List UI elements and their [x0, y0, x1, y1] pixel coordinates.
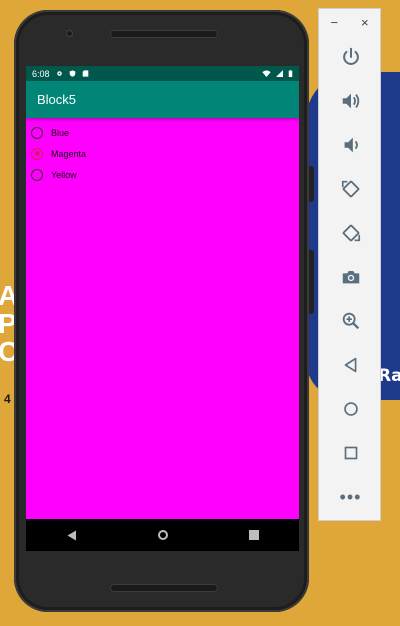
minimize-button[interactable]: − — [330, 15, 338, 30]
sd-card-icon — [82, 70, 88, 77]
nav-home-button[interactable] — [153, 525, 173, 545]
app-bar: Block5 — [26, 81, 299, 118]
status-time: 6:08 — [32, 68, 50, 79]
camera-icon — [342, 271, 359, 284]
home-circle-icon — [157, 530, 168, 540]
toolbar-window-controls: − × — [319, 9, 380, 35]
color-radio-group: Blue Magenta Yellow — [26, 118, 299, 185]
bottom-speaker — [110, 584, 218, 592]
radio-label-magenta: Magenta — [51, 148, 87, 159]
home-circle-outline-icon — [343, 402, 358, 416]
nav-overview-button[interactable] — [244, 525, 264, 545]
home-button[interactable] — [319, 387, 382, 431]
zoom-button[interactable] — [319, 299, 382, 343]
top-speaker — [110, 30, 218, 38]
power-icon — [342, 47, 359, 65]
radio-button-yellow[interactable] — [31, 168, 43, 181]
nav-back-button[interactable] — [62, 525, 82, 545]
power-side-button[interactable] — [309, 166, 314, 202]
radio-button-magenta[interactable] — [31, 147, 43, 160]
volume-down-icon — [344, 137, 358, 153]
screenshot-button[interactable] — [319, 255, 382, 299]
rotate-left-icon — [341, 180, 359, 198]
rotate-right-icon — [342, 224, 360, 242]
radio-option-yellow[interactable]: Yellow — [26, 164, 299, 185]
radio-option-magenta[interactable]: Magenta — [26, 143, 299, 164]
more-options-button[interactable]: ••• — [319, 475, 382, 519]
settings-gear-icon — [56, 71, 62, 76]
status-bar: 6:08 — [26, 66, 299, 81]
volume-side-button[interactable] — [309, 250, 314, 314]
radio-button-blue[interactable] — [31, 126, 43, 139]
radio-label-yellow: Yellow — [51, 169, 77, 180]
front-camera — [66, 30, 73, 37]
volume-up-icon — [342, 93, 359, 109]
device-screen: 6:08 Block5 Blue Magenta Yellow — [26, 66, 299, 551]
volume-up-button[interactable] — [319, 79, 382, 123]
overview-square-outline-icon — [344, 446, 357, 460]
overview-button[interactable] — [319, 431, 382, 475]
volume-down-button[interactable] — [319, 123, 382, 167]
signal-icon — [276, 70, 283, 77]
rotate-left-button[interactable] — [319, 167, 382, 211]
emulator-toolbar: − × ••• — [318, 8, 381, 521]
close-button[interactable]: × — [361, 15, 369, 30]
rotate-right-button[interactable] — [319, 211, 382, 255]
back-triangle-icon — [67, 530, 76, 540]
wifi-icon — [262, 70, 271, 77]
battery-icon — [288, 70, 293, 77]
back-button[interactable] — [319, 343, 382, 387]
back-triangle-outline-icon — [344, 357, 356, 373]
radio-option-blue[interactable]: Blue — [26, 122, 299, 143]
radio-label-blue: Blue — [51, 127, 70, 138]
zoom-in-icon — [342, 312, 359, 330]
app-title: Block5 — [37, 92, 77, 107]
navigation-bar — [26, 519, 299, 551]
shield-icon — [69, 70, 75, 77]
power-button[interactable] — [319, 35, 382, 79]
desktop-wallpaper-number: 4 — [4, 392, 11, 406]
emulator-phone-frame: 6:08 Block5 Blue Magenta Yellow — [14, 10, 314, 612]
overview-square-icon — [248, 530, 259, 540]
